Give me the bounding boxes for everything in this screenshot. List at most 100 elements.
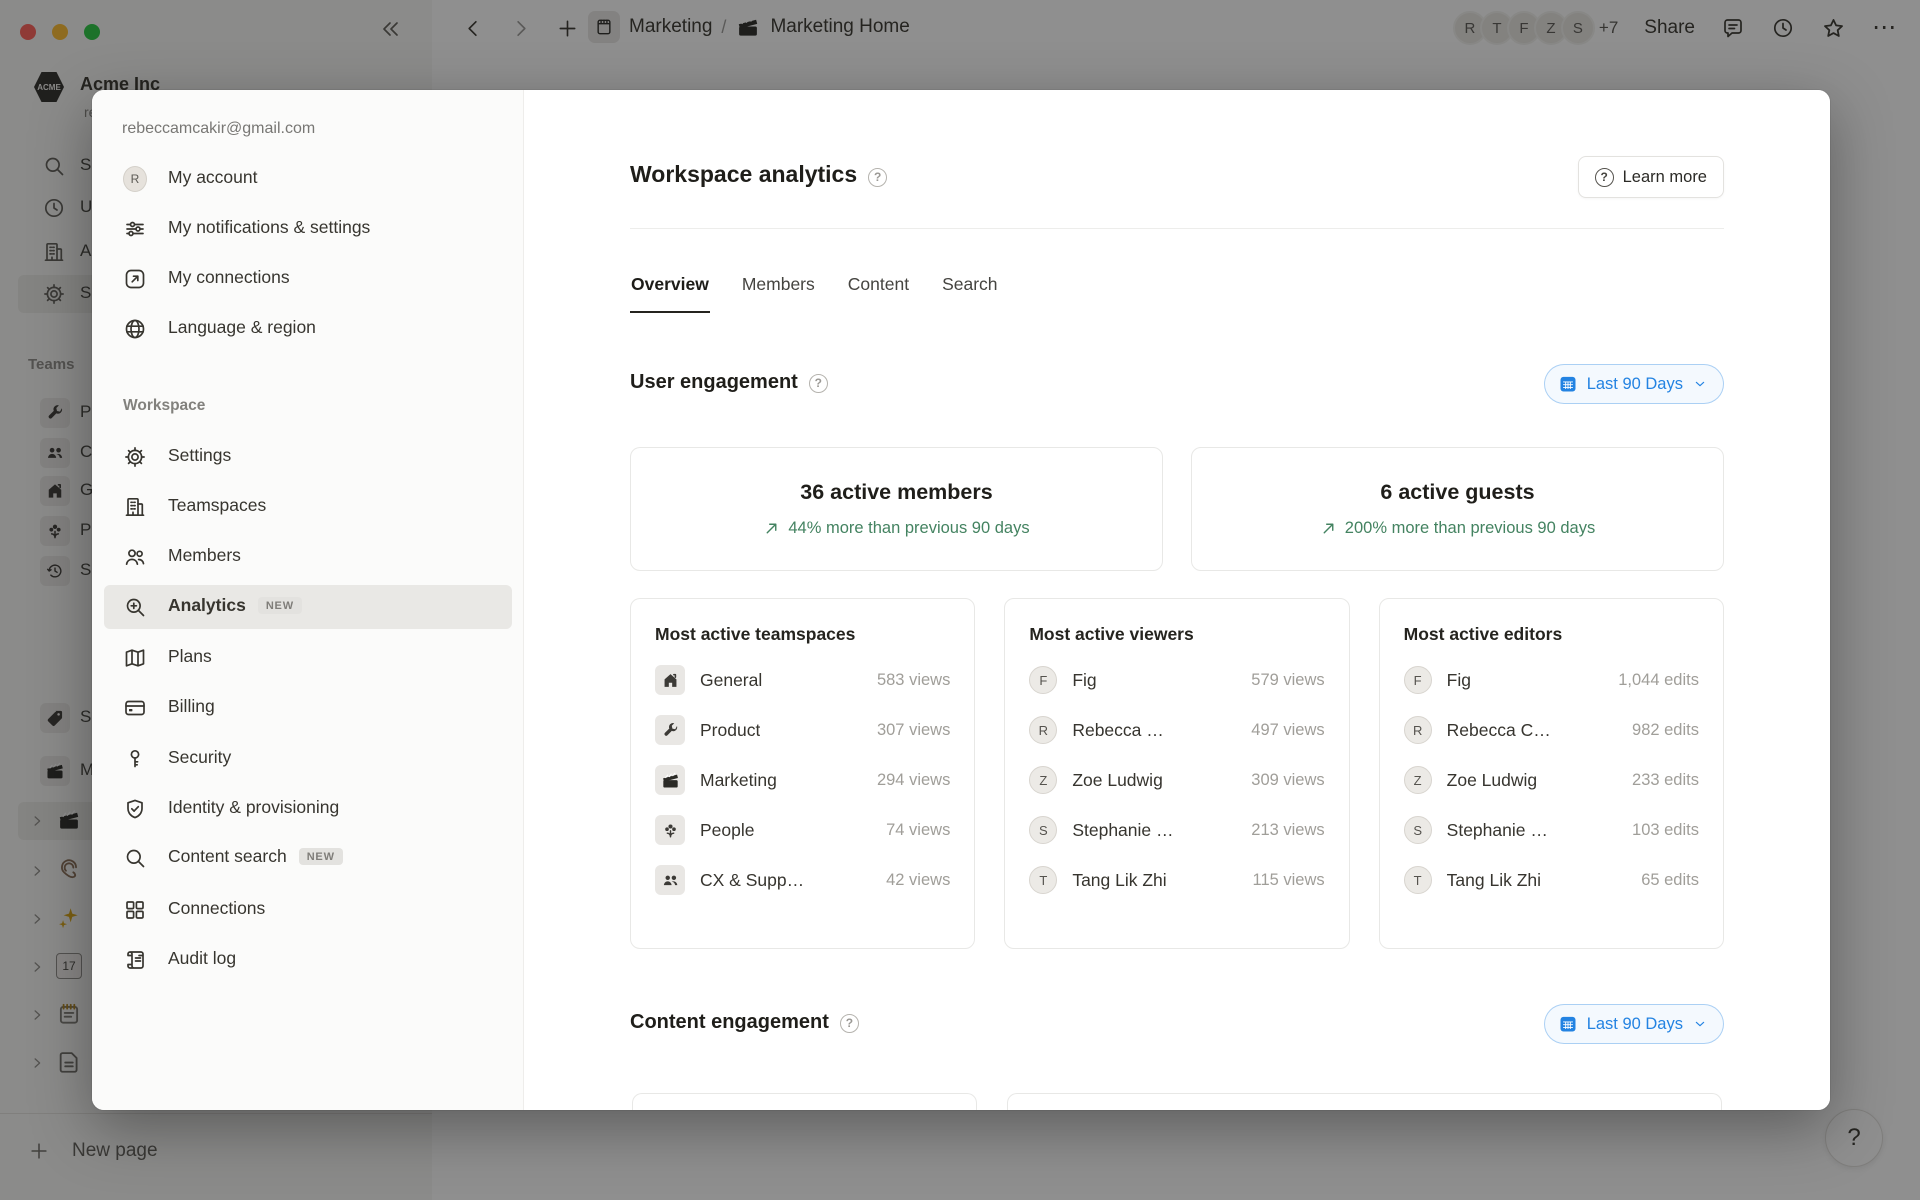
- nav-item-notifications-settings[interactable]: My notifications & settings: [104, 207, 512, 251]
- new-badge: NEW: [258, 597, 302, 614]
- flower-icon: [655, 815, 685, 845]
- list-item[interactable]: S Stephanie … 103 edits: [1404, 805, 1699, 855]
- tab-search[interactable]: Search: [941, 266, 998, 313]
- magnifier-plus-icon: [123, 595, 147, 619]
- notion-app-window: Marketing / Marketing Home R T F Z S +7 …: [0, 0, 1920, 1200]
- nav-item-content-search[interactable]: Content searchNEW: [104, 836, 512, 880]
- list-item[interactable]: General 583 views: [655, 655, 950, 705]
- card-most-active-teamspaces: Most active teamspaces General 583 views…: [630, 598, 975, 949]
- nav-item-billing[interactable]: Billing: [104, 686, 512, 730]
- nav-item-analytics[interactable]: AnalyticsNEW: [104, 585, 512, 629]
- tab-overview[interactable]: Overview: [630, 266, 710, 313]
- section-title-content-engagement: Content engagement?: [630, 1011, 859, 1034]
- date-range-dropdown[interactable]: Last 90 Days: [1544, 1004, 1724, 1044]
- list-item[interactable]: Product 307 views: [655, 705, 950, 755]
- grid-squares-icon: [123, 898, 147, 922]
- list-item[interactable]: People 74 views: [655, 805, 950, 855]
- calendar-icon: [1558, 1014, 1578, 1034]
- account-email: rebeccamcakir@gmail.com: [122, 120, 315, 138]
- avatar: T: [1404, 866, 1432, 894]
- avatar: R: [1404, 716, 1432, 744]
- wrench-icon: [655, 715, 685, 745]
- tab-content[interactable]: Content: [847, 266, 910, 313]
- nav-item-settings[interactable]: Settings: [104, 435, 512, 479]
- sliders-icon: [123, 217, 147, 241]
- list-item[interactable]: F Fig 1,044 edits: [1404, 655, 1699, 705]
- analytics-tabs: Overview Members Content Search: [630, 266, 999, 313]
- learn-more-button[interactable]: ? Learn more: [1578, 156, 1724, 198]
- avatar: S: [1404, 816, 1432, 844]
- arrow-up-right-box-icon: [123, 267, 147, 291]
- gear-icon: [123, 445, 147, 469]
- list-item[interactable]: F Fig 579 views: [1029, 655, 1324, 705]
- date-range-dropdown[interactable]: Last 90 Days: [1544, 364, 1724, 404]
- nav-item-plans[interactable]: Plans: [104, 636, 512, 680]
- arrow-up-right-icon: [763, 520, 780, 537]
- nav-item-members[interactable]: Members: [104, 535, 512, 579]
- divider: [630, 228, 1724, 229]
- list-item[interactable]: Marketing 294 views: [655, 755, 950, 805]
- stat-card-active-guests: 6 active guests 200% more than previous …: [1191, 447, 1724, 571]
- partial-card: [1007, 1093, 1722, 1110]
- analytics-panel: Workspace analytics? ? Learn more Overvi…: [524, 90, 1830, 1110]
- list-item[interactable]: Z Zoe Ludwig 309 views: [1029, 755, 1324, 805]
- stat-delta: 44% more than previous 90 days: [763, 519, 1029, 538]
- help-circle-icon[interactable]: ?: [868, 168, 887, 187]
- nav-item-my-account[interactable]: R My account: [104, 157, 512, 201]
- arrow-up-right-icon: [1320, 520, 1337, 537]
- members-icon: [123, 545, 147, 569]
- people-icon: [655, 865, 685, 895]
- question-circle-icon: ?: [1595, 168, 1614, 187]
- card-most-active-editors: Most active editors F Fig 1,044 edits R …: [1379, 598, 1724, 949]
- tab-members[interactable]: Members: [741, 266, 816, 313]
- nav-item-teamspaces[interactable]: Teamspaces: [104, 485, 512, 529]
- page-title: Workspace analytics?: [630, 161, 887, 188]
- user-avatar: R: [123, 166, 147, 192]
- list-item[interactable]: CX & Supp… 42 views: [655, 855, 950, 905]
- avatar: S: [1029, 816, 1057, 844]
- scroll-icon: [123, 948, 147, 972]
- list-item[interactable]: S Stephanie … 213 views: [1029, 805, 1324, 855]
- nav-item-security[interactable]: Security: [104, 737, 512, 781]
- list-item[interactable]: Z Zoe Ludwig 233 edits: [1404, 755, 1699, 805]
- new-badge: NEW: [299, 848, 343, 865]
- clapperboard-icon: [655, 765, 685, 795]
- settings-nav: rebeccamcakir@gmail.com R My account My …: [92, 90, 524, 1110]
- avatar: Z: [1029, 766, 1057, 794]
- stat-value: 6 active guests: [1380, 480, 1534, 505]
- partial-card: [632, 1093, 977, 1110]
- shield-check-icon: [123, 797, 147, 821]
- nav-item-my-connections[interactable]: My connections: [104, 257, 512, 301]
- nav-item-language-region[interactable]: Language & region: [104, 307, 512, 351]
- nav-item-identity-provisioning[interactable]: Identity & provisioning: [104, 787, 512, 831]
- stat-delta: 200% more than previous 90 days: [1320, 519, 1595, 538]
- globe-icon: [123, 317, 147, 341]
- avatar: Z: [1404, 766, 1432, 794]
- list-item[interactable]: R Rebecca C… 982 edits: [1404, 705, 1699, 755]
- chevron-down-icon: [1692, 1016, 1708, 1032]
- stat-card-active-members: 36 active members 44% more than previous…: [630, 447, 1163, 571]
- nav-section-workspace: Workspace: [123, 397, 205, 415]
- map-icon: [123, 646, 147, 670]
- avatar: F: [1404, 666, 1432, 694]
- list-item[interactable]: R Rebecca … 497 views: [1029, 705, 1324, 755]
- list-item[interactable]: T Tang Lik Zhi 115 views: [1029, 855, 1324, 905]
- home-icon: [655, 665, 685, 695]
- help-circle-icon[interactable]: ?: [809, 374, 828, 393]
- avatar: F: [1029, 666, 1057, 694]
- nav-item-connections[interactable]: Connections: [104, 888, 512, 932]
- nav-item-audit-log[interactable]: Audit log: [104, 938, 512, 982]
- calendar-icon: [1558, 374, 1578, 394]
- section-title-user-engagement: User engagement?: [630, 371, 828, 394]
- avatar: T: [1029, 866, 1057, 894]
- chevron-down-icon: [1692, 376, 1708, 392]
- help-circle-icon[interactable]: ?: [840, 1014, 859, 1033]
- avatar: R: [1029, 716, 1057, 744]
- settings-modal: rebeccamcakir@gmail.com R My account My …: [92, 90, 1830, 1110]
- stat-value: 36 active members: [800, 480, 992, 505]
- list-item[interactable]: T Tang Lik Zhi 65 edits: [1404, 855, 1699, 905]
- key-icon: [123, 747, 147, 771]
- credit-card-icon: [123, 696, 147, 720]
- card-most-active-viewers: Most active viewers F Fig 579 views R Re…: [1004, 598, 1349, 949]
- search-icon: [123, 846, 147, 870]
